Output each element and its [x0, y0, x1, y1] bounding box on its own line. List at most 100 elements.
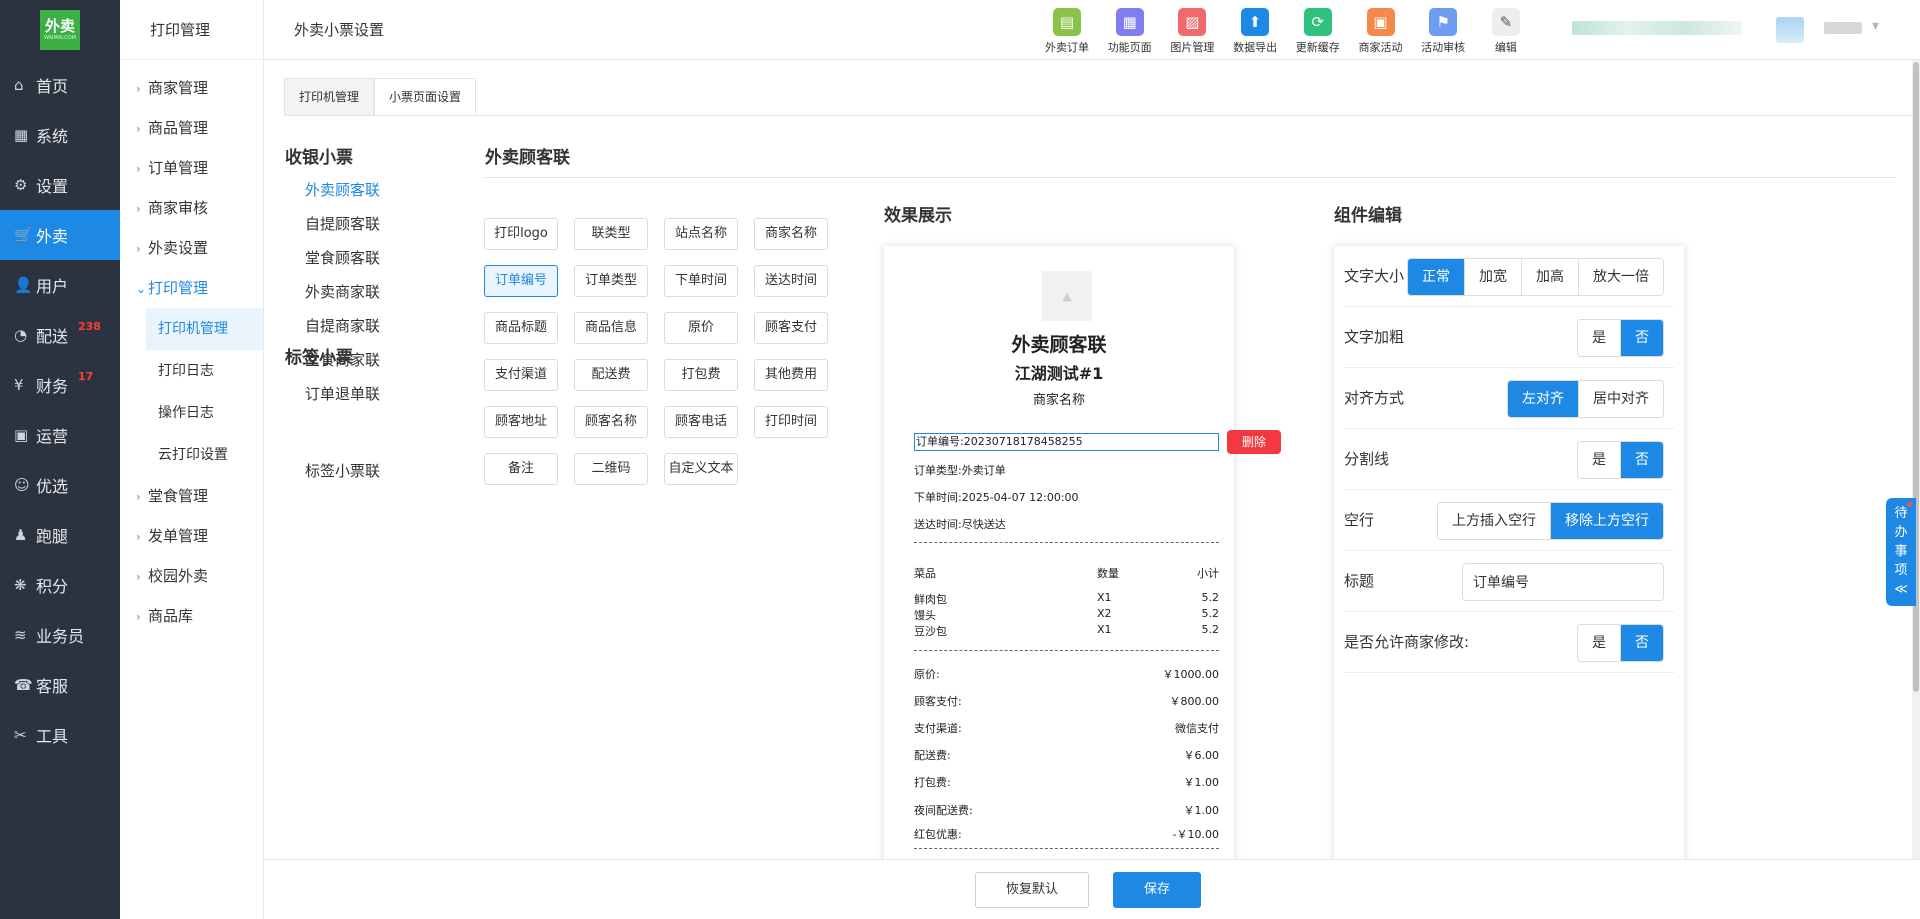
option-button[interactable]: 加宽: [1464, 259, 1521, 295]
option-button[interactable]: 上方插入空行: [1438, 503, 1550, 539]
field-button[interactable]: 下单时间: [664, 265, 738, 297]
sidebar-item-9[interactable]: ♟ 跑腿: [0, 510, 120, 560]
field-button[interactable]: 自定义文本: [664, 453, 738, 485]
field-button[interactable]: 配送费: [574, 359, 648, 391]
sidebar-item-3[interactable]: 🛒 外卖: [0, 210, 120, 260]
receipt-total-row[interactable]: 红包优惠: -￥10.00: [914, 826, 1219, 841]
field-button[interactable]: 其他费用: [754, 359, 828, 391]
sidebar-item-1[interactable]: ▦ 系统: [0, 110, 120, 160]
subnav-item[interactable]: › 商品管理: [120, 108, 263, 148]
field-button[interactable]: 支付渠道: [484, 359, 558, 391]
receipt-store[interactable]: 江湖测试#1: [884, 360, 1234, 384]
field-button[interactable]: 商品标题: [484, 312, 558, 344]
subnav-item[interactable]: › 订单管理: [120, 148, 263, 188]
save-button[interactable]: 保存: [1113, 872, 1201, 908]
subnav-item[interactable]: › 堂食管理: [120, 476, 263, 516]
option-button[interactable]: 居中对齐: [1578, 381, 1663, 417]
sidebar-item-0[interactable]: ⌂ 首页: [0, 60, 120, 110]
receipt-total-row[interactable]: 配送费: ￥6.00: [914, 747, 1219, 762]
sidebar-item-10[interactable]: ❋ 积分: [0, 560, 120, 610]
receipt-item-row[interactable]: 鲜肉包 X1 5.2: [914, 591, 1219, 606]
option-button[interactable]: 是: [1578, 320, 1620, 356]
subnav-item[interactable]: ⌄ 打印管理: [120, 268, 263, 308]
subnav-child-item[interactable]: 云打印设置: [120, 434, 263, 476]
option-button[interactable]: 否: [1620, 625, 1663, 661]
todo-float-tab[interactable]: 待办事项 ≪: [1886, 498, 1916, 606]
receipt-total-row[interactable]: 顾客支付: ￥800.00: [914, 693, 1219, 708]
subnav-child-item[interactable]: 操作日志: [120, 392, 263, 434]
subnav-item[interactable]: › 外卖设置: [120, 228, 263, 268]
toolbar-gift-button[interactable]: ▣ 商家活动: [1351, 8, 1411, 55]
field-button[interactable]: 商家名称: [754, 218, 828, 250]
category-item[interactable]: 标签小票联: [305, 460, 380, 481]
sidebar-item-7[interactable]: ▣ 运营: [0, 410, 120, 460]
field-button[interactable]: 顾客支付: [754, 312, 828, 344]
title-input[interactable]: [1462, 563, 1664, 601]
toolbar-refresh-button[interactable]: ⟳ 更新缓存: [1288, 8, 1348, 55]
field-button[interactable]: 站点名称: [664, 218, 738, 250]
category-item[interactable]: 外卖商家联: [305, 281, 380, 302]
sidebar-item-2[interactable]: ⚙ 设置: [0, 160, 120, 210]
receipt-order-no-selected[interactable]: 订单编号:20230718178458255: [914, 433, 1219, 451]
category-item[interactable]: 堂食顾客联: [305, 247, 380, 268]
sidebar-item-8[interactable]: ☺ 优选: [0, 460, 120, 510]
receipt-item-row[interactable]: 豆沙包 X1 5.2: [914, 623, 1219, 638]
toolbar-image-button[interactable]: ▨ 图片管理: [1162, 8, 1222, 55]
subnav-item[interactable]: › 发单管理: [120, 516, 263, 556]
field-button[interactable]: 送达时间: [754, 265, 828, 297]
option-button[interactable]: 加高: [1521, 259, 1578, 295]
field-button[interactable]: 备注: [484, 453, 558, 485]
receipt-order-type[interactable]: 订单类型:外卖订单: [914, 462, 1006, 478]
tab-printer-manage[interactable]: 打印机管理: [284, 78, 375, 116]
receipt-item-row[interactable]: 馒头 X2 5.2: [914, 607, 1219, 622]
chevron-down-icon[interactable]: ▾: [1872, 18, 1879, 34]
option-button[interactable]: 否: [1620, 442, 1663, 478]
field-button[interactable]: 原价: [664, 312, 738, 344]
subnav-child-item[interactable]: 打印机管理: [146, 308, 263, 350]
toolbar-order-button[interactable]: ▤ 外卖订单: [1037, 8, 1097, 55]
field-button[interactable]: 打印logo: [484, 218, 558, 250]
receipt-total-row[interactable]: 支付渠道: 微信支付: [914, 720, 1219, 735]
subnav-item[interactable]: › 商家管理: [120, 68, 263, 108]
option-button[interactable]: 否: [1620, 320, 1663, 356]
receipt-order-time[interactable]: 下单时间:2025-04-07 12:00:00: [914, 489, 1079, 505]
user-name[interactable]: [1824, 22, 1862, 34]
field-button[interactable]: 商品信息: [574, 312, 648, 344]
category-item[interactable]: 订单退单联: [305, 383, 380, 404]
subnav-item[interactable]: › 商家审核: [120, 188, 263, 228]
option-button[interactable]: 放大一倍: [1578, 259, 1663, 295]
receipt-total-row[interactable]: 打包费: ￥1.00: [914, 774, 1219, 789]
subnav-item[interactable]: › 校园外卖: [120, 556, 263, 596]
option-button[interactable]: 是: [1578, 442, 1620, 478]
receipt-merchant[interactable]: 商家名称: [884, 389, 1234, 408]
option-button[interactable]: 正常: [1408, 259, 1464, 295]
field-button[interactable]: 二维码: [574, 453, 648, 485]
field-button[interactable]: 打印时间: [754, 406, 828, 438]
category-item[interactable]: 自提顾客联: [305, 213, 380, 234]
field-button[interactable]: 顾客地址: [484, 406, 558, 438]
option-button[interactable]: 左对齐: [1508, 381, 1578, 417]
receipt-logo-placeholder-icon[interactable]: ▲: [1042, 271, 1092, 321]
receipt-total-row[interactable]: 原价: ￥1000.00: [914, 666, 1219, 681]
receipt-delivery-time[interactable]: 送达时间:尽快送达: [914, 516, 1006, 532]
option-button[interactable]: 是: [1578, 625, 1620, 661]
receipt-items-header[interactable]: 菜品 数量 小计: [914, 565, 1219, 580]
sidebar-item-11[interactable]: ≋ 业务员: [0, 610, 120, 660]
delete-component-button[interactable]: 删除: [1227, 430, 1281, 454]
sidebar-item-12[interactable]: ☎ 客服: [0, 660, 120, 710]
sidebar-item-13[interactable]: ✂ 工具: [0, 710, 120, 760]
category-item[interactable]: 自提商家联: [305, 315, 380, 336]
field-button[interactable]: 打包费: [664, 359, 738, 391]
avatar[interactable]: [1776, 17, 1804, 43]
subnav-item[interactable]: › 商品库: [120, 596, 263, 636]
field-button[interactable]: 顾客电话: [664, 406, 738, 438]
sidebar-item-5[interactable]: ◔ 配送 238: [0, 310, 120, 360]
sidebar-item-4[interactable]: 👤 用户: [0, 260, 120, 310]
field-button[interactable]: 订单类型: [574, 265, 648, 297]
toolbar-export-button[interactable]: ⬆ 数据导出: [1225, 8, 1285, 55]
app-logo[interactable]: 外卖 WAIMAI.COM: [40, 10, 80, 50]
category-item[interactable]: 外卖顾客联: [305, 179, 380, 200]
field-button[interactable]: 联类型: [574, 218, 648, 250]
subnav-child-item[interactable]: 打印日志: [120, 350, 263, 392]
receipt-total-row[interactable]: 夜间配送费: ￥1.00: [914, 802, 1219, 817]
